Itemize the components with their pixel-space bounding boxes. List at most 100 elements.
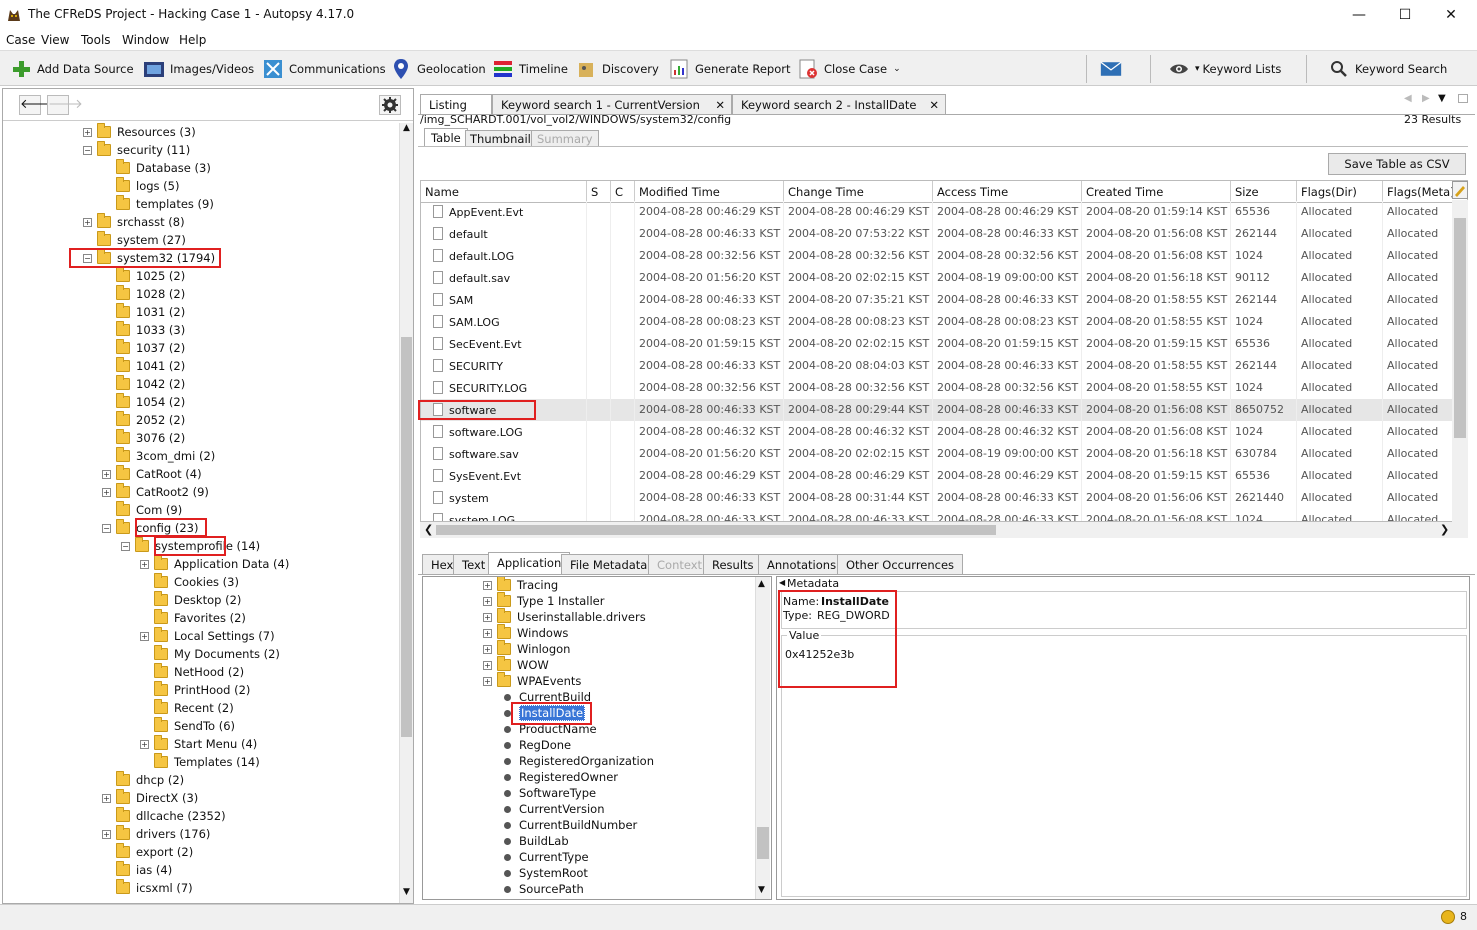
table-row[interactable]: system.LOG 2004-08-28 00:46:33 KST 2004-08… [421,509,1467,521]
menu-case[interactable]: Case [6,33,35,47]
minimize-button[interactable]: — [1336,4,1382,26]
communications-button[interactable]: Communications [262,56,386,82]
menu-tools[interactable]: Tools [81,33,111,47]
table-row[interactable]: default 2004-08-28 00:46:33 KST 2004-08-20… [421,223,1467,245]
scroll-down-arrow-icon[interactable]: ▼ [758,885,765,895]
tree-node[interactable]: Recent (2) [140,699,234,717]
column-header[interactable]: Change Time [784,181,933,203]
tab-scroll-left-icon[interactable]: ◀ [1404,93,1412,104]
timeline-button[interactable]: Timeline [492,56,568,82]
tree-node[interactable]: My Documents (2) [140,645,280,663]
table-row[interactable]: software.sav 2004-08-20 01:56:20 KST 2004-… [421,443,1467,465]
table-row[interactable]: SysEvent.Evt 2004-08-28 00:46:29 KST 2004-… [421,465,1467,487]
tree-node[interactable]: PrintHood (2) [140,681,250,699]
column-header[interactable]: S [587,181,611,203]
expand-icon[interactable]: + [140,631,149,641]
tab-summary[interactable]: Summary [531,130,599,146]
tab-listing[interactable]: Listing [420,94,492,114]
tree-node[interactable]: logs (5) [102,177,179,195]
tree-scrollbar-thumb[interactable] [401,337,412,737]
tree-node[interactable]: + srchasst (8) [83,213,185,231]
table-row[interactable]: system 2004-08-28 00:46:33 KST 2004-08-28 … [421,487,1467,509]
close-tab-icon[interactable]: ✕ [929,98,939,112]
table-row[interactable]: default.sav 2004-08-20 01:56:20 KST 2004-0… [421,267,1467,289]
registry-key[interactable]: + Userinstallable.drivers [483,608,646,625]
tab-application[interactable]: Application [488,552,571,574]
registry-key[interactable]: + Winlogon [483,640,570,657]
table-row[interactable]: SECURITY.LOG 2004-08-28 00:32:56 KST 2004-… [421,377,1467,399]
tab-table[interactable]: Table [424,128,468,146]
registry-value[interactable]: CurrentType [501,849,589,865]
tree-node[interactable]: NetHood (2) [140,663,244,681]
tab-results[interactable]: Results [703,554,763,574]
expand-icon[interactable]: + [483,596,492,606]
table-row[interactable]: software 2004-08-28 00:46:33 KST 2004-08-2… [421,399,1467,421]
maximize-panel-icon[interactable] [1458,94,1468,103]
tree-node[interactable]: Database (3) [102,159,211,177]
back-button[interactable]: 🡐 [19,95,55,115]
tab-other-occurrences[interactable]: Other Occurrences [837,554,964,574]
tree-node[interactable]: 1041 (2) [102,357,185,375]
settings-button[interactable] [379,95,401,115]
registry-value[interactable]: SourcePath [501,881,584,897]
table-row[interactable]: SAM 2004-08-28 00:46:33 KST 2004-08-20 07:… [421,289,1467,311]
collapse-arrow-icon[interactable]: ◀ [779,578,785,587]
tree-node[interactable]: 3076 (2) [102,429,185,447]
tree-node[interactable]: Com (9) [102,501,182,519]
column-header[interactable]: Access Time [933,181,1082,203]
tree-node[interactable]: Cookies (3) [140,573,239,591]
tab-scroll-right-icon[interactable]: ▶ [1422,93,1430,104]
collapse-icon[interactable]: − [121,541,130,551]
tree-node[interactable]: system (27) [83,231,186,249]
registry-key[interactable]: + Tracing [483,577,558,593]
column-header[interactable]: Name [421,181,587,203]
tree-node[interactable]: − security (11) [83,141,190,159]
tree-node[interactable]: + CatRoot2 (9) [102,483,209,501]
tree-node[interactable]: icsxml (7) [102,879,193,897]
table-row[interactable]: default.LOG 2004-08-28 00:32:56 KST 2004-0… [421,245,1467,267]
tree-node[interactable]: 1028 (2) [102,285,185,303]
table-vscroll-thumb[interactable] [1454,218,1466,438]
tree-node[interactable]: 2052 (2) [102,411,185,429]
registry-value[interactable]: RegisteredOrganization [501,753,654,769]
scroll-up-arrow-icon[interactable]: ▲ [400,123,413,137]
expand-icon[interactable]: + [102,793,111,803]
tree-node[interactable]: dllcache (2352) [102,807,226,825]
expand-icon[interactable]: + [83,217,92,227]
column-chooser-button[interactable] [1452,181,1468,199]
registry-value[interactable]: SystemRoot [501,865,588,881]
forward-button[interactable]: 🡒 [47,95,83,115]
table-horizontal-scrollbar[interactable]: ❮ ❯ [420,522,1468,538]
table-row[interactable]: SecEvent.Evt 2004-08-20 01:59:15 KST 2004-… [421,333,1467,355]
registry-key[interactable]: + WOW [483,656,549,673]
tree-node[interactable]: + Resources (3) [83,123,196,141]
tab-keyword-search-1[interactable]: Keyword search 1 - CurrentVersion ✕ [492,94,732,114]
tree-node[interactable]: + Local Settings (7) [140,627,275,645]
close-tab-icon[interactable]: ✕ [715,98,725,112]
menu-window[interactable]: Window [122,33,169,47]
expand-icon[interactable]: + [83,127,92,137]
table-row[interactable]: AppEvent.Evt 2004-08-28 00:46:29 KST 2004-… [421,201,1467,223]
expand-icon[interactable]: + [102,469,111,479]
generate-report-button[interactable]: Generate Report [668,56,791,82]
tree-node[interactable]: + Application Data (4) [140,555,289,573]
tree-node[interactable]: SendTo (6) [140,717,235,735]
expand-icon[interactable]: + [483,580,492,590]
menu-view[interactable]: View [41,33,69,47]
tab-list-dropdown-icon[interactable]: ▼ [1438,93,1446,104]
tree-node[interactable]: 1037 (2) [102,339,185,357]
registry-key[interactable]: + WPAEvents [483,672,581,689]
registry-key[interactable]: + Windows [483,624,568,641]
tree-node[interactable]: 1042 (2) [102,375,185,393]
expand-icon[interactable]: + [483,628,492,638]
scroll-up-arrow-icon[interactable]: ▲ [758,579,765,589]
keyword-search-button[interactable]: Keyword Search [1328,56,1447,82]
tree-scrollbar[interactable]: ▲ ▼ [399,123,413,903]
tree-node[interactable]: 3com_dmi (2) [102,447,215,465]
hscroll-right-icon[interactable]: ❯ [1440,523,1449,536]
tree-node[interactable]: export (2) [102,843,193,861]
tree-node[interactable]: + drivers (176) [102,825,210,843]
close-window-button[interactable]: ✕ [1428,4,1474,26]
column-header[interactable]: Size [1231,181,1297,203]
table-row[interactable]: SECURITY 2004-08-28 00:46:33 KST 2004-08-2… [421,355,1467,377]
